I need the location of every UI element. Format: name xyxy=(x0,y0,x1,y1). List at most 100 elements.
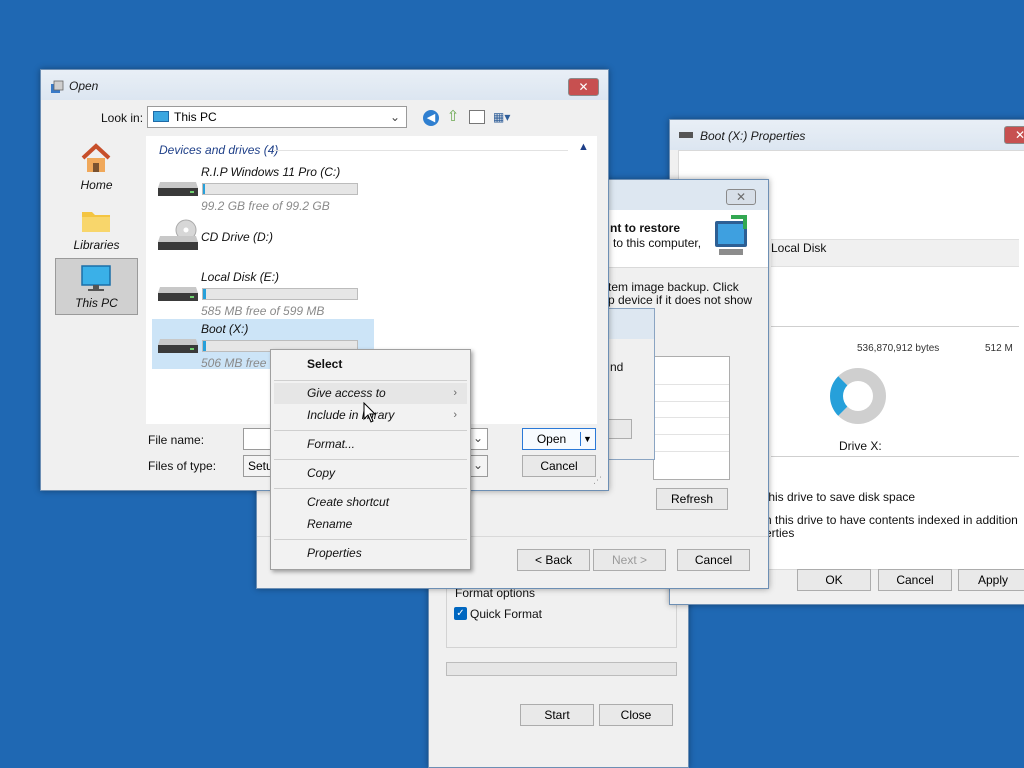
open-button-label: Open xyxy=(536,432,567,446)
home-icon xyxy=(81,143,111,172)
refresh-button[interactable]: Refresh xyxy=(656,488,728,510)
drive-item-e[interactable]: Local Disk (E:) 585 MB free of 599 MB xyxy=(152,267,374,318)
backup-list xyxy=(653,356,730,480)
chevron-down-icon[interactable]: ⌄ xyxy=(473,458,483,472)
nav-item-this-pc[interactable]: This PC xyxy=(55,258,138,315)
quick-format-checkbox[interactable]: ✓ xyxy=(454,607,467,620)
look-in-value: This PC xyxy=(174,110,217,124)
back-button[interactable]: < Back xyxy=(517,549,590,571)
context-menu: Select Give access to › Include in libra… xyxy=(270,349,471,570)
libraries-icon xyxy=(82,212,110,232)
menu-separator xyxy=(274,430,467,431)
computer-restore-icon xyxy=(715,215,747,255)
list-row xyxy=(654,434,729,435)
open-title: Open xyxy=(69,79,99,93)
look-in-dropdown[interactable]: This PC ⌄ xyxy=(147,106,407,128)
close-icon[interactable]: ✕ xyxy=(568,78,599,96)
close-icon[interactable]: ✕ xyxy=(726,189,756,205)
cancel-button[interactable]: Cancel xyxy=(677,549,750,571)
drive-free-space: 506 MB free xyxy=(201,356,267,370)
inner-dialog-text: nd xyxy=(610,360,624,374)
this-pc-icon xyxy=(81,265,111,291)
list-row xyxy=(654,384,729,385)
drive-usage-fill xyxy=(203,341,207,351)
split-divider xyxy=(580,432,581,446)
chevron-up-icon[interactable]: ▲ xyxy=(578,141,589,153)
start-button[interactable]: Start xyxy=(520,704,594,726)
menu-item-label: Include in library xyxy=(307,408,395,422)
chevron-down-icon[interactable]: ⌄ xyxy=(473,431,483,445)
menu-item-create-shortcut[interactable]: Create shortcut xyxy=(274,492,467,513)
capacity-size: 512 M xyxy=(985,343,1013,354)
menu-item-format[interactable]: Format... xyxy=(274,434,467,455)
properties-titlebar: Boot (X:) Properties ✕ xyxy=(670,120,1024,150)
menu-separator xyxy=(274,459,467,460)
files-of-type-label: Files of type: xyxy=(148,459,217,473)
drive-name: Boot (X:) xyxy=(201,322,249,336)
menu-separator xyxy=(274,380,467,381)
nav-label: Home xyxy=(80,178,113,192)
close-button[interactable]: Close xyxy=(599,704,673,726)
options-divider xyxy=(771,456,1019,457)
chevron-right-icon: › xyxy=(453,387,457,399)
menu-item-select[interactable]: Select xyxy=(274,354,467,375)
drive-free-space: 99.2 GB free of 99.2 GB xyxy=(201,199,330,213)
drive-item-d[interactable]: CD Drive (D:) xyxy=(152,216,374,266)
drive-usage-bar xyxy=(202,183,358,195)
open-button[interactable]: Open ▼ xyxy=(522,428,596,450)
cancel-button[interactable]: Cancel xyxy=(878,569,952,591)
next-button: Next > xyxy=(593,549,666,571)
capacity-divider xyxy=(771,326,1019,327)
resize-grip-icon[interactable]: ⋰ xyxy=(593,475,602,486)
nav-item-home[interactable]: Home xyxy=(55,140,138,198)
up-folder-icon[interactable]: ⇧ xyxy=(445,108,461,126)
drive-label: Drive X: xyxy=(839,439,882,453)
menu-item-rename[interactable]: Rename xyxy=(274,514,467,535)
drive-item-c[interactable]: R.I.P Windows 11 Pro (C:) 99.2 GB free o… xyxy=(152,162,374,213)
wizard-heading: nt to restore xyxy=(610,221,681,235)
cd-drive-icon xyxy=(158,219,198,250)
wizard-text-line1: tem image backup. Click xyxy=(608,280,739,294)
drive-usage-fill xyxy=(203,184,205,194)
drive-usage-bar xyxy=(202,288,358,300)
list-row xyxy=(654,401,729,402)
nav-item-libraries[interactable]: Libraries xyxy=(55,200,138,258)
index-text-line1[interactable]: n this drive to have contents indexed in… xyxy=(765,513,1018,527)
quick-format-label[interactable]: Quick Format xyxy=(470,607,542,621)
cancel-button[interactable]: Cancel xyxy=(522,455,596,477)
chevron-down-icon: ⌄ xyxy=(389,110,400,124)
wizard-subtext: to this computer, xyxy=(613,236,702,250)
new-folder-icon[interactable] xyxy=(469,110,485,124)
group-divider xyxy=(274,150,568,151)
back-icon[interactable]: ◀ xyxy=(423,110,439,126)
view-menu-icon[interactable]: ▦▾ xyxy=(493,110,517,124)
menu-separator xyxy=(274,539,467,540)
capacity-bytes: 536,870,912 bytes xyxy=(857,343,940,354)
menu-item-give-access[interactable]: Give access to › xyxy=(274,383,467,404)
menu-item-copy[interactable]: Copy xyxy=(274,463,467,484)
close-icon[interactable]: ✕ xyxy=(1004,126,1024,144)
hard-drive-icon xyxy=(158,182,198,196)
nav-label: This PC xyxy=(75,296,118,310)
navigation-pane: Home Libraries This PC xyxy=(49,136,138,424)
format-dialog: Format options ✓ Quick Format Start Clos… xyxy=(428,560,689,768)
chevron-right-icon: › xyxy=(453,409,457,421)
group-header[interactable]: Devices and drives (4) xyxy=(159,143,278,157)
drive-name: CD Drive (D:) xyxy=(201,230,273,244)
drive-free-space: 585 MB free of 599 MB xyxy=(201,304,325,318)
apply-button[interactable]: Apply xyxy=(958,569,1024,591)
chevron-down-icon[interactable]: ▼ xyxy=(583,429,592,449)
open-titlebar: Open ✕ xyxy=(41,70,608,100)
menu-item-label: Give access to xyxy=(307,386,386,400)
drive-name: R.I.P Windows 11 Pro (C:) xyxy=(201,165,341,179)
menu-item-properties[interactable]: Properties xyxy=(274,543,467,564)
file-name-label: File name: xyxy=(148,433,205,447)
app-icon xyxy=(51,80,64,93)
ok-button[interactable]: OK xyxy=(797,569,871,591)
index-text-line2: erties xyxy=(765,526,795,540)
compress-text[interactable]: this drive to save disk space xyxy=(765,490,915,504)
list-row xyxy=(654,451,729,452)
hard-drive-icon xyxy=(158,287,198,301)
menu-separator xyxy=(274,488,467,489)
look-in-label: Look in: xyxy=(101,111,144,125)
